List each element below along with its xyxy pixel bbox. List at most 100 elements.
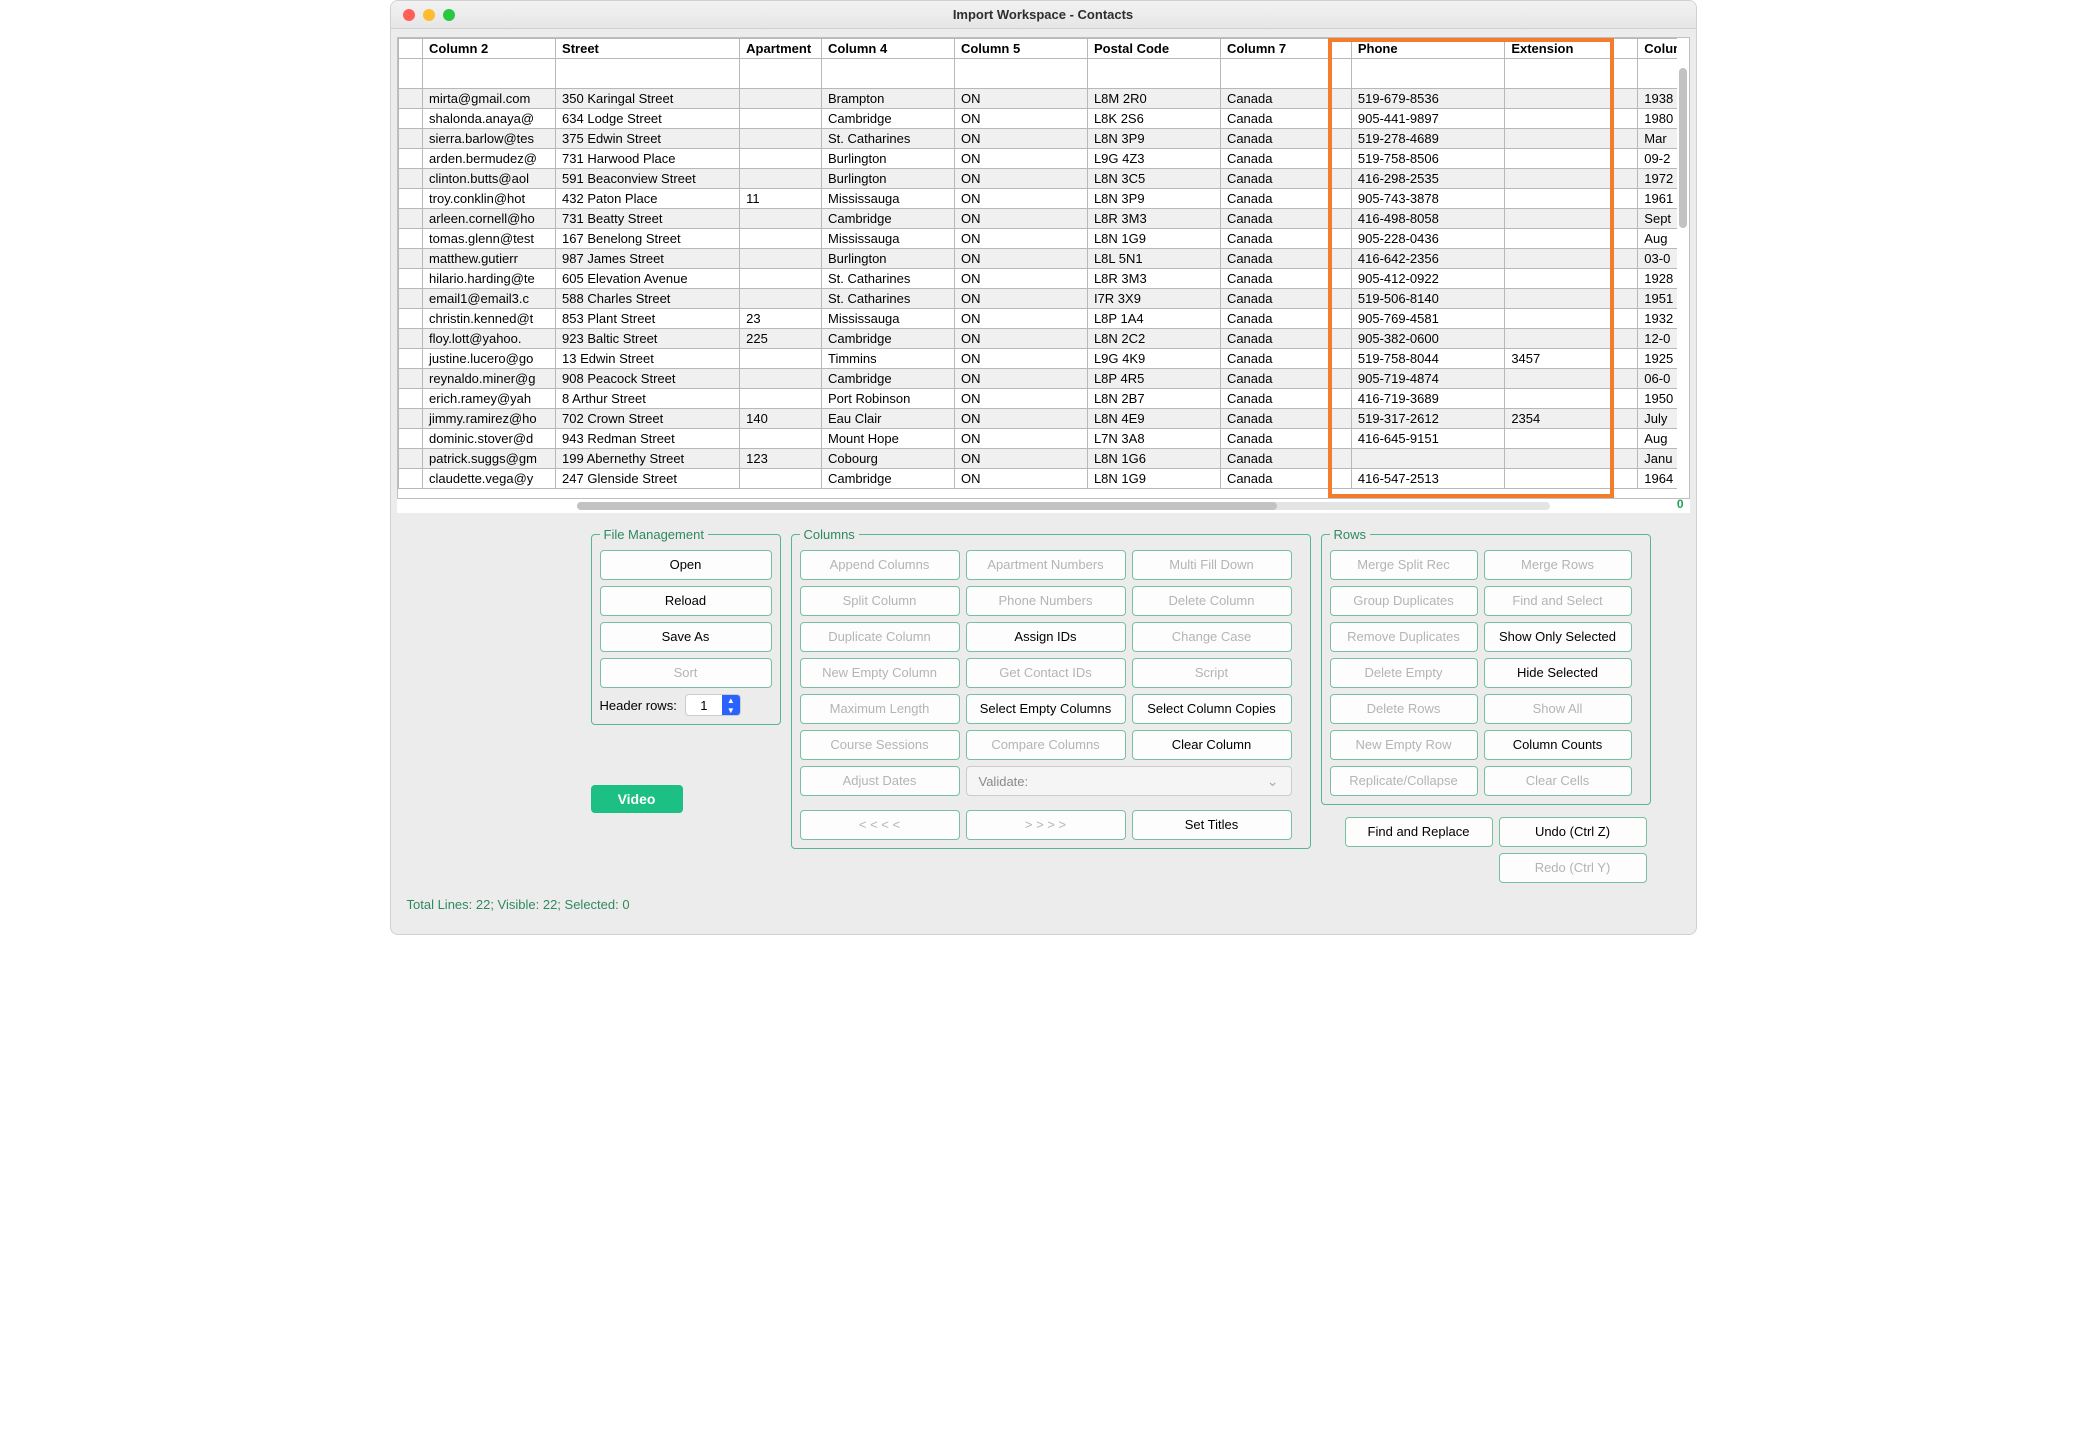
table-cell[interactable]: arden.bermudez@ bbox=[423, 149, 556, 169]
reload-button[interactable]: Reload bbox=[600, 586, 772, 616]
table-cell[interactable]: L8N 3C5 bbox=[1087, 169, 1220, 189]
table-cell[interactable]: erich.ramey@yah bbox=[423, 389, 556, 409]
table-row[interactable]: mirta@gmail.com350 Karingal StreetBrampt… bbox=[398, 89, 1689, 109]
apartment-numbers-button[interactable]: Apartment Numbers bbox=[966, 550, 1126, 580]
table-cell[interactable]: ON bbox=[954, 269, 1087, 289]
table-cell[interactable] bbox=[398, 169, 423, 189]
table-row[interactable]: troy.conklin@hot432 Paton Place11Mississ… bbox=[398, 189, 1689, 209]
table-cell[interactable] bbox=[740, 429, 822, 449]
table-cell[interactable] bbox=[740, 289, 822, 309]
phone-numbers-button[interactable]: Phone Numbers bbox=[966, 586, 1126, 616]
show-only-selected-button[interactable]: Show Only Selected bbox=[1484, 622, 1632, 652]
table-cell[interactable]: 519-758-8506 bbox=[1351, 149, 1504, 169]
table-cell[interactable]: Canada bbox=[1220, 269, 1351, 289]
table-row[interactable]: hilario.harding@te605 Elevation AvenueSt… bbox=[398, 269, 1689, 289]
table-cell[interactable]: L8N 1G6 bbox=[1087, 449, 1220, 469]
table-cell[interactable] bbox=[398, 269, 423, 289]
merge-split-rec-button[interactable]: Merge Split Rec bbox=[1330, 550, 1478, 580]
table-cell[interactable] bbox=[1505, 169, 1638, 189]
table-cell[interactable] bbox=[398, 469, 423, 489]
table-cell[interactable] bbox=[398, 449, 423, 469]
table-row[interactable]: dominic.stover@d943 Redman StreetMount H… bbox=[398, 429, 1689, 449]
table-cell[interactable]: mirta@gmail.com bbox=[423, 89, 556, 109]
table-cell[interactable] bbox=[398, 309, 423, 329]
table-cell[interactable]: 416-547-2513 bbox=[1351, 469, 1504, 489]
change-case-button[interactable]: Change Case bbox=[1132, 622, 1292, 652]
remove-duplicates-button[interactable]: Remove Duplicates bbox=[1330, 622, 1478, 652]
append-columns-button[interactable]: Append Columns bbox=[800, 550, 960, 580]
table-cell[interactable] bbox=[740, 169, 822, 189]
table-cell[interactable]: 167 Benelong Street bbox=[556, 229, 740, 249]
group-duplicates-button[interactable]: Group Duplicates bbox=[1330, 586, 1478, 616]
table-cell[interactable]: L8N 3P9 bbox=[1087, 189, 1220, 209]
table-cell[interactable] bbox=[740, 389, 822, 409]
table-cell[interactable] bbox=[398, 109, 423, 129]
table-cell[interactable] bbox=[398, 429, 423, 449]
table-cell[interactable]: sierra.barlow@tes bbox=[423, 129, 556, 149]
table-cell[interactable]: St. Catharines bbox=[821, 269, 954, 289]
save-as-button[interactable]: Save As bbox=[600, 622, 772, 652]
table-cell[interactable]: Canada bbox=[1220, 189, 1351, 209]
open-button[interactable]: Open bbox=[600, 550, 772, 580]
table-cell[interactable]: Cambridge bbox=[821, 469, 954, 489]
table-cell[interactable] bbox=[1505, 189, 1638, 209]
table-cell[interactable]: 416-645-9151 bbox=[1351, 429, 1504, 449]
table-cell[interactable]: L8N 3P9 bbox=[1087, 129, 1220, 149]
table-cell[interactable]: justine.lucero@go bbox=[423, 349, 556, 369]
table-cell[interactable]: ON bbox=[954, 369, 1087, 389]
table-cell[interactable] bbox=[740, 129, 822, 149]
column-header[interactable]: Postal Code bbox=[1087, 39, 1220, 59]
table-cell[interactable]: 416-719-3689 bbox=[1351, 389, 1504, 409]
table-cell[interactable]: L8M 2R0 bbox=[1087, 89, 1220, 109]
table-row[interactable]: tomas.glenn@test167 Benelong StreetMissi… bbox=[398, 229, 1689, 249]
table-cell[interactable]: St. Catharines bbox=[821, 129, 954, 149]
replicate-collapse-button[interactable]: Replicate/Collapse bbox=[1330, 766, 1478, 796]
table-cell[interactable] bbox=[398, 289, 423, 309]
column-counts-button[interactable]: Column Counts bbox=[1484, 730, 1632, 760]
column-header[interactable]: Apartment bbox=[740, 39, 822, 59]
table-cell[interactable] bbox=[1505, 469, 1638, 489]
table-cell[interactable]: L8N 1G9 bbox=[1087, 229, 1220, 249]
table-cell[interactable]: St. Catharines bbox=[821, 289, 954, 309]
table-cell[interactable]: Mississauga bbox=[821, 309, 954, 329]
table-cell[interactable]: email1@email3.c bbox=[423, 289, 556, 309]
table-cell[interactable]: 23 bbox=[740, 309, 822, 329]
table-cell[interactable]: clinton.butts@aol bbox=[423, 169, 556, 189]
table-cell[interactable]: 943 Redman Street bbox=[556, 429, 740, 449]
table-cell[interactable]: L8P 1A4 bbox=[1087, 309, 1220, 329]
table-cell[interactable]: arleen.cornell@ho bbox=[423, 209, 556, 229]
table-cell[interactable]: 605 Elevation Avenue bbox=[556, 269, 740, 289]
table-cell[interactable]: L8R 3M3 bbox=[1087, 209, 1220, 229]
table-cell[interactable]: 225 bbox=[740, 329, 822, 349]
table-cell[interactable] bbox=[740, 369, 822, 389]
data-table[interactable]: Column 2StreetApartmentColumn 4Column 5P… bbox=[398, 38, 1690, 489]
column-header[interactable]: Column 7 bbox=[1220, 39, 1351, 59]
table-cell[interactable]: 731 Beatty Street bbox=[556, 209, 740, 229]
table-cell[interactable]: ON bbox=[954, 129, 1087, 149]
table-cell[interactable]: L7N 3A8 bbox=[1087, 429, 1220, 449]
table-cell[interactable] bbox=[1505, 449, 1638, 469]
table-cell[interactable]: Brampton bbox=[821, 89, 954, 109]
table-cell[interactable]: 905-719-4874 bbox=[1351, 369, 1504, 389]
table-cell[interactable]: Canada bbox=[1220, 149, 1351, 169]
compare-columns-button[interactable]: Compare Columns bbox=[966, 730, 1126, 760]
table-cell[interactable] bbox=[1505, 209, 1638, 229]
script-button[interactable]: Script bbox=[1132, 658, 1292, 688]
delete-rows-button[interactable]: Delete Rows bbox=[1330, 694, 1478, 724]
table-cell[interactable]: Canada bbox=[1220, 409, 1351, 429]
table-cell[interactable]: ON bbox=[954, 289, 1087, 309]
redo-button[interactable]: Redo (Ctrl Y) bbox=[1499, 853, 1647, 883]
assign-ids-button[interactable]: Assign IDs bbox=[966, 622, 1126, 652]
get-contact-ids-button[interactable]: Get Contact IDs bbox=[966, 658, 1126, 688]
delete-column-button[interactable]: Delete Column bbox=[1132, 586, 1292, 616]
table-cell[interactable]: reynaldo.miner@g bbox=[423, 369, 556, 389]
table-cell[interactable]: Canada bbox=[1220, 369, 1351, 389]
table-cell[interactable]: 375 Edwin Street bbox=[556, 129, 740, 149]
table-cell[interactable] bbox=[398, 229, 423, 249]
table-cell[interactable]: L8L 5N1 bbox=[1087, 249, 1220, 269]
table-cell[interactable]: 923 Baltic Street bbox=[556, 329, 740, 349]
table-cell[interactable]: ON bbox=[954, 329, 1087, 349]
table-cell[interactable]: L8R 3M3 bbox=[1087, 269, 1220, 289]
table-cell[interactable] bbox=[1505, 329, 1638, 349]
table-cell[interactable]: 199 Abernethy Street bbox=[556, 449, 740, 469]
